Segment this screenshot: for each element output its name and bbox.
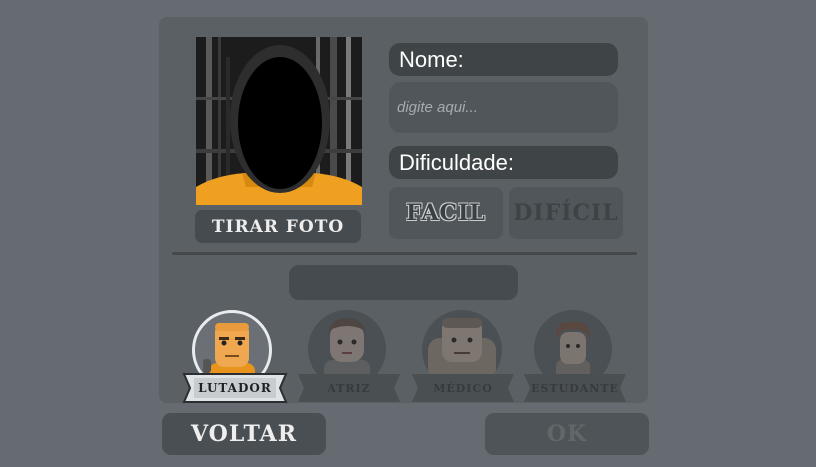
back-button[interactable]: VOLTAR: [162, 413, 326, 455]
character-lutador[interactable]: LUTADOR: [180, 310, 290, 408]
player-name-display: [289, 265, 518, 300]
photo-preview: [196, 37, 362, 205]
character-medico[interactable]: MÉDICO: [408, 310, 518, 408]
prisoner-silhouette-icon: [196, 37, 362, 205]
character-label: ESTUDANTE: [531, 381, 619, 395]
character-label: ATRIZ: [327, 381, 371, 395]
character-estudante[interactable]: ESTUDANTE: [520, 310, 630, 408]
character-atriz[interactable]: ATRIZ: [294, 310, 404, 408]
name-label: Nome:: [389, 43, 618, 76]
take-photo-button[interactable]: TIRAR FOTO: [195, 210, 361, 243]
difficulty-label: Dificuldade:: [389, 146, 618, 179]
ok-button[interactable]: OK: [485, 413, 649, 455]
difficulty-hard-button[interactable]: DIFÍCIL: [509, 187, 623, 239]
name-input[interactable]: [389, 82, 618, 133]
character-label: LUTADOR: [198, 381, 272, 395]
character-label: MÉDICO: [433, 381, 493, 395]
divider: [172, 252, 637, 255]
difficulty-easy-button[interactable]: FACIL: [389, 187, 503, 239]
